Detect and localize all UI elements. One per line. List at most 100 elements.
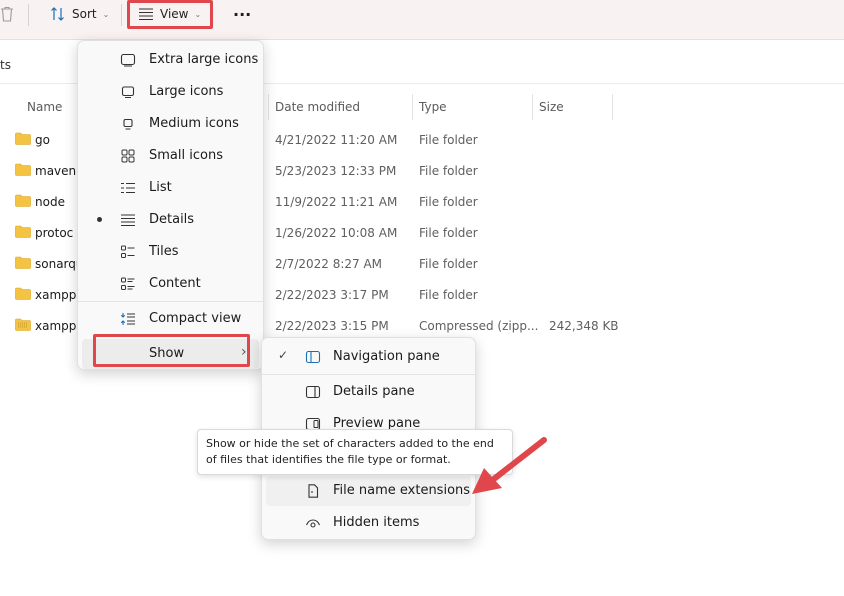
extra-large-icons-icon xyxy=(120,53,136,67)
file-date: 2/22/2023 3:15 PM xyxy=(275,319,389,333)
menu-item-medium-icons[interactable]: Medium icons xyxy=(82,109,259,139)
file-name: go xyxy=(35,133,50,147)
menu-item-show[interactable]: Show › xyxy=(82,339,259,369)
file-name: protoc xyxy=(35,226,74,240)
toolbar-divider xyxy=(121,4,122,26)
menu-item-label: Tiles xyxy=(149,244,179,259)
menu-item-navigation-pane[interactable]: ✓ Navigation pane xyxy=(266,342,471,372)
content-icon xyxy=(121,277,135,290)
column-header-type[interactable]: Type xyxy=(419,100,447,114)
file-date: 11/9/2022 11:21 AM xyxy=(275,195,398,209)
file-date: 2/22/2023 3:17 PM xyxy=(275,288,389,302)
command-bar: Sort ⌄ View ⌄ ··· xyxy=(0,0,844,40)
trash-icon xyxy=(1,6,13,22)
file-extension-icon xyxy=(308,484,319,498)
folder-icon xyxy=(15,132,31,145)
menu-item-label: Details pane xyxy=(333,384,415,399)
menu-item-label: Small icons xyxy=(149,148,223,163)
file-date: 2/7/2022 8:27 AM xyxy=(275,257,383,271)
selected-bullet-icon xyxy=(97,217,102,222)
small-icons-icon xyxy=(121,149,135,163)
menu-item-label: Compact view xyxy=(149,311,242,326)
folder-icon xyxy=(15,225,31,238)
file-name: xampp- xyxy=(35,319,81,333)
column-separator[interactable] xyxy=(612,94,613,120)
column-header-name[interactable]: Name xyxy=(27,100,62,114)
view-menu: Extra large icons Large icons Medium ico… xyxy=(77,40,264,370)
delete-button[interactable] xyxy=(0,0,14,28)
file-name: node xyxy=(35,195,65,209)
annotation-arrow-icon xyxy=(472,437,547,494)
column-separator[interactable] xyxy=(532,94,533,120)
file-date: 5/23/2023 12:33 PM xyxy=(275,164,397,178)
menu-item-label: Extra large icons xyxy=(149,52,259,67)
chevron-right-icon: › xyxy=(241,344,247,360)
sort-label: Sort xyxy=(72,7,97,21)
file-type: File folder xyxy=(419,257,478,271)
menu-separator xyxy=(262,374,475,375)
navigation-pane-icon xyxy=(305,350,321,364)
column-header-size[interactable]: Size xyxy=(539,100,564,114)
file-name: xampp- xyxy=(35,288,81,302)
folder-icon xyxy=(15,194,31,207)
file-date: 1/26/2022 10:08 AM xyxy=(275,226,398,240)
menu-item-tiles[interactable]: Tiles xyxy=(82,237,259,267)
details-icon xyxy=(121,214,135,227)
file-type: Compressed (zipp... xyxy=(419,319,539,333)
compact-view-icon xyxy=(120,313,135,325)
hidden-items-icon xyxy=(305,519,321,528)
file-date: 4/21/2022 11:20 AM xyxy=(275,133,398,147)
menu-item-file-name-extensions[interactable]: File name extensions xyxy=(266,476,471,506)
menu-item-label: Navigation pane xyxy=(333,349,440,364)
menu-item-label: Hidden items xyxy=(333,515,420,530)
menu-separator xyxy=(78,301,263,302)
chevron-down-icon: ⌄ xyxy=(194,9,202,19)
menu-item-small-icons[interactable]: Small icons xyxy=(82,141,259,171)
menu-item-label: Content xyxy=(149,276,201,291)
details-pane-icon xyxy=(305,385,321,399)
folder-icon xyxy=(15,256,31,269)
more-options-button[interactable]: ··· xyxy=(233,0,251,28)
menu-item-label: List xyxy=(149,180,172,195)
address-text: ts xyxy=(0,58,11,72)
menu-item-label: Large icons xyxy=(149,84,224,99)
view-button[interactable]: View ⌄ xyxy=(138,0,201,28)
file-type: File folder xyxy=(419,133,478,147)
file-type: File folder xyxy=(419,226,478,240)
view-details-icon xyxy=(139,8,153,21)
file-name: maven xyxy=(35,164,77,178)
sort-icon xyxy=(51,7,64,21)
menu-item-details-pane[interactable]: Details pane xyxy=(266,377,471,407)
checkmark-icon: ✓ xyxy=(278,348,289,362)
folder-icon xyxy=(15,163,31,176)
file-explorer-window: Sort ⌄ View ⌄ ··· ts Name Date modified … xyxy=(0,0,844,596)
menu-item-compact-view[interactable]: Compact view xyxy=(82,304,259,334)
file-type: File folder xyxy=(419,164,478,178)
menu-item-label: Medium icons xyxy=(149,116,239,131)
menu-item-hidden-items[interactable]: Hidden items xyxy=(266,508,471,538)
menu-item-content[interactable]: Content xyxy=(82,269,259,299)
menu-item-label: Show xyxy=(149,346,185,361)
list-icon xyxy=(121,182,135,194)
view-label: View xyxy=(160,7,189,21)
medium-icons-icon xyxy=(123,118,133,130)
folder-icon xyxy=(15,287,31,300)
menu-item-extra-large-icons[interactable]: Extra large icons xyxy=(82,45,259,75)
more-icon: ··· xyxy=(233,4,252,24)
tiles-icon xyxy=(121,245,135,258)
column-header-date[interactable]: Date modified xyxy=(275,100,360,114)
column-separator[interactable] xyxy=(268,94,269,120)
menu-item-details[interactable]: Details xyxy=(82,205,259,235)
column-separator[interactable] xyxy=(412,94,413,120)
menu-item-large-icons[interactable]: Large icons xyxy=(82,77,259,107)
file-type: File folder xyxy=(419,288,478,302)
zip-folder-icon xyxy=(15,318,31,331)
menu-item-label: File name extensions xyxy=(333,483,471,498)
chevron-down-icon: ⌄ xyxy=(102,9,110,19)
sort-button[interactable]: Sort ⌄ xyxy=(50,0,109,28)
menu-item-label: Details xyxy=(149,212,195,227)
large-icons-icon xyxy=(121,86,135,98)
menu-item-list[interactable]: List xyxy=(82,173,259,203)
file-type: File folder xyxy=(419,195,478,209)
file-size: 242,348 KB xyxy=(549,319,619,333)
